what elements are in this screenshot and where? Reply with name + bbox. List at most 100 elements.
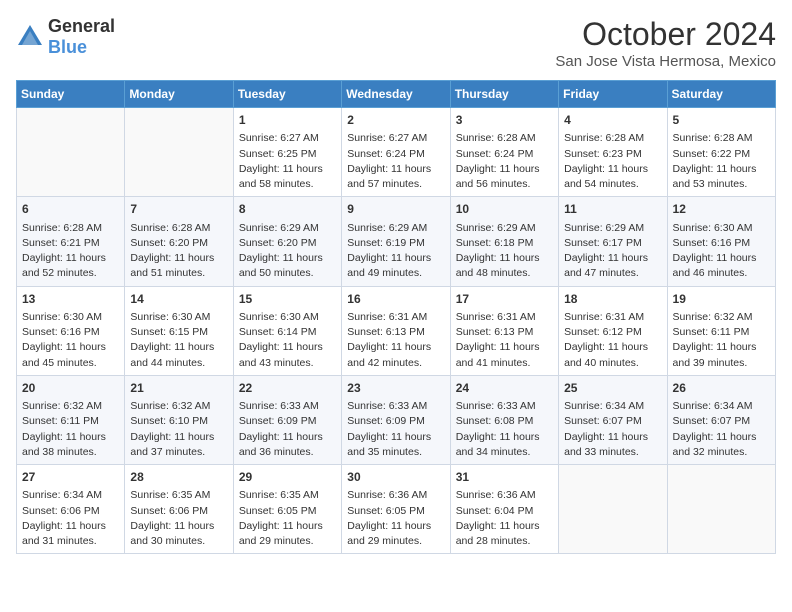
daylight-text: Daylight: 11 hours and 45 minutes. (22, 341, 106, 368)
calendar-cell: 8Sunrise: 6:29 AMSunset: 6:20 PMDaylight… (233, 197, 341, 286)
calendar-cell: 30Sunrise: 6:36 AMSunset: 6:05 PMDayligh… (342, 465, 450, 554)
sunrise-text: Sunrise: 6:34 AM (564, 400, 644, 412)
sunrise-text: Sunrise: 6:32 AM (673, 311, 753, 323)
calendar-cell: 25Sunrise: 6:34 AMSunset: 6:07 PMDayligh… (559, 375, 667, 464)
calendar-cell: 19Sunrise: 6:32 AMSunset: 6:11 PMDayligh… (667, 286, 775, 375)
calendar-cell: 24Sunrise: 6:33 AMSunset: 6:08 PMDayligh… (450, 375, 558, 464)
calendar-cell: 18Sunrise: 6:31 AMSunset: 6:12 PMDayligh… (559, 286, 667, 375)
sunrise-text: Sunrise: 6:27 AM (239, 132, 319, 144)
daylight-text: Daylight: 11 hours and 37 minutes. (130, 431, 214, 458)
sunset-text: Sunset: 6:24 PM (456, 148, 534, 160)
day-number: 14 (130, 291, 227, 308)
sunset-text: Sunset: 6:11 PM (673, 326, 750, 338)
sunrise-text: Sunrise: 6:29 AM (564, 222, 644, 234)
day-number: 31 (456, 469, 553, 486)
day-number: 26 (673, 380, 770, 397)
calendar-cell: 12Sunrise: 6:30 AMSunset: 6:16 PMDayligh… (667, 197, 775, 286)
sunrise-text: Sunrise: 6:32 AM (130, 400, 210, 412)
daylight-text: Daylight: 11 hours and 52 minutes. (22, 252, 106, 279)
day-number: 25 (564, 380, 661, 397)
calendar-cell: 1Sunrise: 6:27 AMSunset: 6:25 PMDaylight… (233, 108, 341, 197)
sunrise-text: Sunrise: 6:31 AM (347, 311, 427, 323)
location-subtitle: San Jose Vista Hermosa, Mexico (555, 53, 776, 70)
calendar-cell: 20 Sunrise: 6:32 AM Sunset: 6:11 PM Dayligh… (17, 375, 125, 464)
sunset-text: Sunset: 6:18 PM (456, 237, 534, 249)
sunset-text: Sunset: 6:20 PM (130, 237, 208, 249)
calendar-cell (559, 465, 667, 554)
calendar-cell: 23Sunrise: 6:33 AMSunset: 6:09 PMDayligh… (342, 375, 450, 464)
sunrise-text: Sunrise: 6:36 AM (456, 489, 536, 501)
daylight-text: Daylight: 11 hours and 30 minutes. (130, 520, 214, 547)
day-number: 20 (22, 380, 119, 397)
day-number: 18 (564, 291, 661, 308)
sunrise-text: Sunrise: 6:35 AM (239, 489, 319, 501)
day-number: 2 (347, 112, 444, 129)
daylight-text: Daylight: 11 hours and 36 minutes. (239, 431, 323, 458)
sunrise-text: Sunrise: 6:30 AM (22, 311, 102, 323)
daylight-text: Daylight: 11 hours and 51 minutes. (130, 252, 214, 279)
day-number: 16 (347, 291, 444, 308)
day-number: 23 (347, 380, 444, 397)
daylight-text: Daylight: 11 hours and 56 minutes. (456, 163, 540, 190)
sunrise-text: Sunrise: 6:33 AM (456, 400, 536, 412)
sunset-text: Sunset: 6:08 PM (456, 415, 534, 427)
sunset-text: Sunset: 6:04 PM (456, 505, 534, 517)
calendar-day-header: Saturday (667, 81, 775, 108)
sunrise-text: Sunrise: 6:32 AM (22, 400, 102, 412)
calendar-cell: 14Sunrise: 6:30 AMSunset: 6:15 PMDayligh… (125, 286, 233, 375)
sunset-text: Sunset: 6:16 PM (673, 237, 751, 249)
daylight-text: Daylight: 11 hours and 48 minutes. (456, 252, 540, 279)
day-number: 10 (456, 201, 553, 218)
calendar-cell: 31 Sunrise: 6:36 AM Sunset: 6:04 PM Dayligh… (450, 465, 558, 554)
page-header: General Blue October 2024 San Jose Vista… (16, 16, 776, 70)
sunrise-text: Sunrise: 6:30 AM (239, 311, 319, 323)
calendar-week-row: 20 Sunrise: 6:32 AM Sunset: 6:11 PM Dayligh… (17, 375, 776, 464)
day-number: 28 (130, 469, 227, 486)
sunset-text: Sunset: 6:09 PM (239, 415, 317, 427)
calendar-cell: 16Sunrise: 6:31 AMSunset: 6:13 PMDayligh… (342, 286, 450, 375)
daylight-text: Daylight: 11 hours and 58 minutes. (239, 163, 323, 190)
calendar-cell (125, 108, 233, 197)
daylight-text: Daylight: 11 hours and 44 minutes. (130, 341, 214, 368)
sunrise-text: Sunrise: 6:28 AM (22, 222, 102, 234)
sunrise-text: Sunrise: 6:29 AM (347, 222, 427, 234)
day-number: 17 (456, 291, 553, 308)
sunset-text: Sunset: 6:22 PM (673, 148, 751, 160)
daylight-text: Daylight: 11 hours and 53 minutes. (673, 163, 757, 190)
daylight-text: Daylight: 11 hours and 38 minutes. (22, 431, 106, 458)
day-number: 29 (239, 469, 336, 486)
calendar-cell: 15Sunrise: 6:30 AMSunset: 6:14 PMDayligh… (233, 286, 341, 375)
calendar-cell (17, 108, 125, 197)
sunset-text: Sunset: 6:14 PM (239, 326, 317, 338)
day-number: 6 (22, 201, 119, 218)
calendar-cell: 6 Sunrise: 6:28 AM Sunset: 6:21 PM Daylight… (17, 197, 125, 286)
sunrise-text: Sunrise: 6:34 AM (673, 400, 753, 412)
day-number: 27 (22, 469, 119, 486)
sunset-text: Sunset: 6:19 PM (347, 237, 425, 249)
sunset-text: Sunset: 6:24 PM (347, 148, 425, 160)
daylight-text: Daylight: 11 hours and 57 minutes. (347, 163, 431, 190)
daylight-text: Daylight: 11 hours and 31 minutes. (22, 520, 106, 547)
day-number: 30 (347, 469, 444, 486)
sunrise-text: Sunrise: 6:34 AM (22, 489, 102, 501)
calendar-cell: 3Sunrise: 6:28 AMSunset: 6:24 PMDaylight… (450, 108, 558, 197)
day-number: 8 (239, 201, 336, 218)
calendar-cell: 11Sunrise: 6:29 AMSunset: 6:17 PMDayligh… (559, 197, 667, 286)
day-number: 3 (456, 112, 553, 129)
daylight-text: Daylight: 11 hours and 40 minutes. (564, 341, 648, 368)
sunset-text: Sunset: 6:11 PM (22, 415, 99, 427)
day-number: 5 (673, 112, 770, 129)
sunset-text: Sunset: 6:21 PM (22, 237, 100, 249)
logo-blue: Blue (48, 37, 87, 57)
daylight-text: Daylight: 11 hours and 33 minutes. (564, 431, 648, 458)
sunrise-text: Sunrise: 6:28 AM (130, 222, 210, 234)
calendar-cell: 17Sunrise: 6:31 AMSunset: 6:13 PMDayligh… (450, 286, 558, 375)
daylight-text: Daylight: 11 hours and 35 minutes. (347, 431, 431, 458)
calendar-week-row: 1Sunrise: 6:27 AMSunset: 6:25 PMDaylight… (17, 108, 776, 197)
calendar-cell: 27Sunrise: 6:34 AMSunset: 6:06 PMDayligh… (17, 465, 125, 554)
sunset-text: Sunset: 6:23 PM (564, 148, 642, 160)
daylight-text: Daylight: 11 hours and 28 minutes. (456, 520, 540, 547)
day-number: 11 (564, 201, 661, 218)
daylight-text: Daylight: 11 hours and 29 minutes. (347, 520, 431, 547)
calendar-day-header: Sunday (17, 81, 125, 108)
